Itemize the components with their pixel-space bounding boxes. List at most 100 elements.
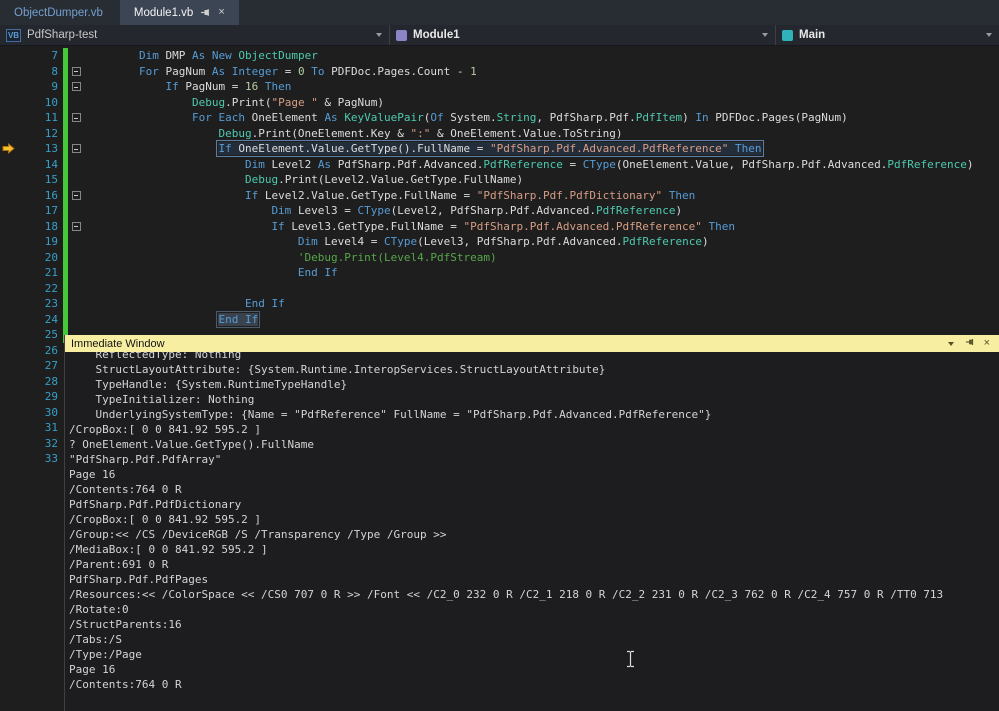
code-text[interactable]: End If: [84, 310, 261, 328]
breakpoint-margin[interactable]: [0, 374, 20, 390]
immediate-line[interactable]: /StructParents:16: [69, 617, 999, 632]
code-line-24[interactable]: 24 End If: [0, 310, 999, 328]
immediate-line[interactable]: Page 16: [69, 662, 999, 677]
window-position-icon[interactable]: [947, 339, 956, 348]
breakpoint-margin[interactable]: [0, 343, 20, 359]
tab-objectdumper-vb[interactable]: ObjectDumper.vb: [0, 0, 117, 25]
code-text[interactable]: For PagNum As Integer = 0 To PDFDoc.Page…: [84, 64, 477, 80]
type-dropdown[interactable]: Module1: [390, 25, 776, 45]
immediate-window-titlebar[interactable]: Immediate Window ×: [65, 335, 999, 352]
code-line-12[interactable]: 12 Debug.Print(OneElement.Key & ":" & On…: [0, 125, 999, 142]
immediate-line[interactable]: /Contents:764 0 R: [69, 677, 999, 692]
code-line-7[interactable]: 7 Dim DMP As New ObjectDumper: [0, 48, 999, 64]
code-text[interactable]: Dim Level4 = CType(Level3, PdfSharp.Pdf.…: [84, 234, 709, 250]
breakpoint-margin[interactable]: [0, 157, 20, 173]
code-line-16[interactable]: 16 If Level2.Value.GetType.FullName = "P…: [0, 187, 999, 204]
breakpoint-margin[interactable]: [0, 219, 20, 235]
tab-module1-vb[interactable]: Module1.vb ×: [119, 0, 239, 25]
project-dropdown[interactable]: VB PdfSharp-test: [0, 25, 390, 45]
breakpoint-margin[interactable]: [0, 327, 20, 343]
breakpoint-margin[interactable]: [0, 436, 20, 452]
code-text[interactable]: Dim Level3 = CType(Level2, PdfSharp.Pdf.…: [84, 203, 682, 219]
immediate-line[interactable]: TypeHandle: {System.RuntimeTypeHandle}: [69, 377, 999, 392]
immediate-line[interactable]: ? OneElement.Value.GetType().FullName: [69, 437, 999, 452]
code-text[interactable]: If OneElement.Value.GetType().FullName =…: [84, 140, 764, 157]
fold-toggle-icon[interactable]: [68, 141, 84, 157]
immediate-line[interactable]: /Group:<< /CS /DeviceRGB /S /Transparenc…: [69, 527, 999, 542]
code-line-14[interactable]: 14 Dim Level2 As PdfSharp.Pdf.Advanced.P…: [0, 156, 999, 173]
immediate-line[interactable]: /Rotate:0: [69, 602, 999, 617]
immediate-line[interactable]: ReflectedType: Nothing: [69, 352, 999, 362]
code-text[interactable]: Dim Level2 As PdfSharp.Pdf.Advanced.PdfR…: [84, 157, 974, 173]
immediate-line[interactable]: PdfSharp.Pdf.PdfPages: [69, 572, 999, 587]
fold-toggle-icon[interactable]: [68, 219, 84, 235]
code-text[interactable]: Dim DMP As New ObjectDumper: [84, 48, 318, 64]
member-dropdown[interactable]: Main: [776, 25, 999, 45]
breakpoint-margin[interactable]: [0, 172, 20, 188]
code-line-13[interactable]: 13 If OneElement.Value.GetType().FullNam…: [0, 140, 999, 157]
pin-icon[interactable]: [965, 337, 975, 350]
immediate-line[interactable]: /Resources:<< /ColorSpace << /CS0 707 0 …: [69, 587, 999, 602]
fold-toggle-icon[interactable]: [68, 79, 84, 95]
breakpoint-margin[interactable]: [0, 265, 20, 281]
close-icon[interactable]: ×: [218, 7, 224, 18]
breakpoint-margin[interactable]: [0, 203, 20, 219]
code-text[interactable]: If Level2.Value.GetType.FullName = "PdfS…: [84, 188, 695, 204]
code-text[interactable]: If Level3.GetType.FullName = "PdfSharp.P…: [84, 219, 735, 235]
immediate-line[interactable]: /CropBox:[ 0 0 841.92 595.2 ]: [69, 512, 999, 527]
fold-toggle-icon[interactable]: [68, 188, 84, 204]
immediate-line[interactable]: /Type:/Page: [69, 647, 999, 662]
breakpoint-margin[interactable]: [0, 234, 20, 250]
breakpoint-margin[interactable]: [0, 126, 20, 142]
pin-icon[interactable]: [200, 7, 211, 18]
breakpoint-margin[interactable]: [0, 451, 20, 467]
breakpoint-margin[interactable]: [0, 188, 20, 204]
code-line-19[interactable]: 19 Dim Level4 = CType(Level3, PdfSharp.P…: [0, 234, 999, 250]
breakpoint-margin[interactable]: [0, 420, 20, 436]
immediate-line[interactable]: /CropBox:[ 0 0 841.92 595.2 ]: [69, 422, 999, 437]
immediate-line[interactable]: UnderlyingSystemType: {Name = "PdfRefere…: [69, 407, 999, 422]
code-line-18[interactable]: 18 If Level3.GetType.FullName = "PdfShar…: [0, 218, 999, 235]
code-text[interactable]: For Each OneElement As KeyValuePair(Of S…: [84, 110, 848, 126]
immediate-line[interactable]: PdfSharp.Pdf.PdfDictionary: [69, 497, 999, 512]
immediate-line[interactable]: /Contents:764 0 R: [69, 482, 999, 497]
code-text[interactable]: End If: [84, 296, 285, 312]
breakpoint-margin[interactable]: [0, 296, 20, 312]
code-text[interactable]: End If: [84, 265, 338, 281]
current-statement-arrow-icon[interactable]: [0, 141, 20, 157]
breakpoint-margin[interactable]: [0, 281, 20, 297]
code-line-22[interactable]: 22: [0, 280, 999, 297]
immediate-line[interactable]: /Parent:691 0 R: [69, 557, 999, 572]
immediate-line[interactable]: /MediaBox:[ 0 0 841.92 595.2 ]: [69, 542, 999, 557]
fold-toggle-icon[interactable]: [68, 64, 84, 80]
code-line-11[interactable]: 11 For Each OneElement As KeyValuePair(O…: [0, 110, 999, 126]
immediate-window-body[interactable]: ReflectedType: Nothing StructLayoutAttri…: [65, 352, 999, 711]
immediate-line[interactable]: TypeInitializer: Nothing: [69, 392, 999, 407]
chevron-down-icon[interactable]: [374, 31, 383, 40]
code-text[interactable]: Debug.Print(Level2.Value.GetType.FullNam…: [84, 172, 523, 188]
code-line-21[interactable]: 21 End If: [0, 265, 999, 281]
immediate-line[interactable]: /Tabs:/S: [69, 632, 999, 647]
code-line-23[interactable]: 23 End If: [0, 296, 999, 312]
breakpoint-margin[interactable]: [0, 358, 20, 374]
breakpoint-margin[interactable]: [0, 79, 20, 95]
code-line-17[interactable]: 17 Dim Level3 = CType(Level2, PdfSharp.P…: [0, 203, 999, 219]
breakpoint-margin[interactable]: [0, 312, 20, 328]
code-line-10[interactable]: 10 Debug.Print("Page " & PagNum): [0, 94, 999, 111]
close-icon[interactable]: ×: [984, 338, 990, 349]
immediate-line[interactable]: "PdfSharp.Pdf.PdfArray": [69, 452, 999, 467]
breakpoint-margin[interactable]: [0, 389, 20, 405]
chevron-down-icon[interactable]: [984, 31, 993, 40]
breakpoint-margin[interactable]: [0, 110, 20, 126]
code-line-15[interactable]: 15 Debug.Print(Level2.Value.GetType.Full…: [0, 172, 999, 188]
code-line-9[interactable]: 9 If PagNum = 16 Then: [0, 79, 999, 95]
code-line-20[interactable]: 20 'Debug.Print(Level4.PdfStream): [0, 249, 999, 266]
breakpoint-margin[interactable]: [0, 250, 20, 266]
chevron-down-icon[interactable]: [760, 31, 769, 40]
breakpoint-margin[interactable]: [0, 405, 20, 421]
breakpoint-margin[interactable]: [0, 95, 20, 111]
code-text[interactable]: [84, 281, 86, 297]
code-line-8[interactable]: 8 For PagNum As Integer = 0 To PDFDoc.Pa…: [0, 63, 999, 80]
breakpoint-margin[interactable]: [0, 64, 20, 80]
code-text[interactable]: 'Debug.Print(Level4.PdfStream): [84, 250, 497, 266]
